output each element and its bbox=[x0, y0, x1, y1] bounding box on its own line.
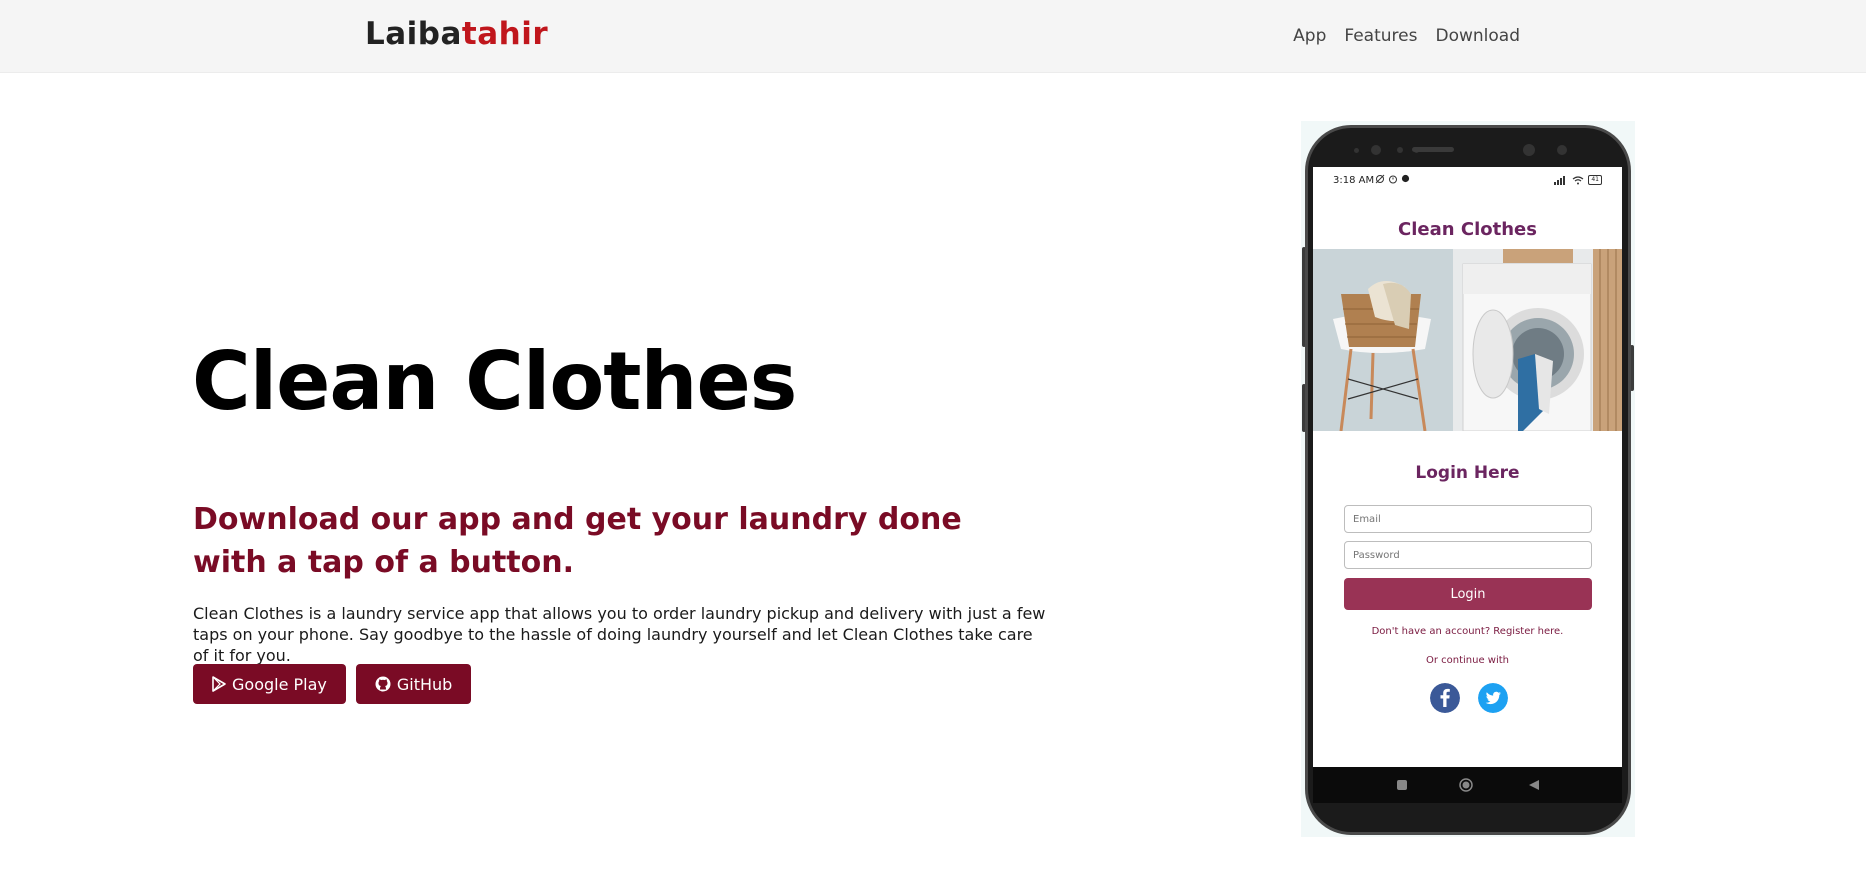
phone-speaker bbox=[1412, 147, 1454, 152]
phone-camera-icon bbox=[1371, 145, 1381, 155]
hero-title: Clean Clothes bbox=[192, 335, 797, 428]
home-icon[interactable] bbox=[1459, 778, 1473, 792]
google-play-label: Google Play bbox=[232, 674, 327, 694]
nav-link-features[interactable]: Features bbox=[1344, 26, 1417, 46]
google-play-button[interactable]: Google Play bbox=[193, 664, 346, 704]
social-login-buttons bbox=[1430, 683, 1508, 713]
mute-icon bbox=[1375, 174, 1385, 184]
email-field[interactable] bbox=[1344, 505, 1592, 533]
battery-indicator: 41 bbox=[1588, 175, 1602, 185]
status-system-icons: 41 bbox=[1554, 175, 1602, 185]
laundry-room-image bbox=[1313, 249, 1622, 431]
login-title: Login Here bbox=[1415, 463, 1520, 483]
password-field[interactable] bbox=[1344, 541, 1592, 569]
phone-sensor-icon bbox=[1354, 148, 1359, 153]
back-icon[interactable] bbox=[1528, 779, 1540, 791]
github-button[interactable]: GitHub bbox=[355, 664, 472, 704]
github-label: GitHub bbox=[396, 674, 453, 694]
continue-with-text: Or continue with bbox=[1425, 655, 1510, 666]
app-title: Clean Clothes bbox=[1398, 219, 1537, 240]
navbar: Laibatahir App Features Download bbox=[0, 0, 1866, 73]
nav-links: App Features Download bbox=[1293, 26, 1520, 46]
brand-logo[interactable]: Laibatahir bbox=[365, 16, 548, 52]
phone-status-bar: 3:18 AM 41 bbox=[1313, 167, 1622, 195]
hero-description: Clean Clothes is a laundry service app t… bbox=[193, 604, 1046, 665]
phone-camera-icon bbox=[1557, 145, 1567, 155]
dot-icon bbox=[1401, 174, 1410, 183]
alarm-icon bbox=[1389, 175, 1397, 184]
nav-link-download[interactable]: Download bbox=[1435, 26, 1520, 46]
wifi-icon bbox=[1572, 175, 1584, 184]
twitter-icon[interactable] bbox=[1478, 683, 1508, 713]
phone-camera-icon bbox=[1523, 144, 1535, 156]
facebook-icon[interactable] bbox=[1430, 683, 1460, 713]
status-time: 3:18 AM bbox=[1333, 175, 1375, 186]
github-icon bbox=[375, 676, 391, 692]
phone-screen: 3:18 AM 41 Clean Clothes Login Here Emai… bbox=[1313, 167, 1622, 767]
signal-icon bbox=[1554, 175, 1566, 185]
phone-sensor-icon bbox=[1397, 147, 1403, 153]
phone-navigation-bar bbox=[1313, 767, 1622, 803]
recent-apps-icon[interactable] bbox=[1396, 779, 1408, 791]
google-play-icon bbox=[212, 676, 226, 692]
nav-link-app[interactable]: App bbox=[1293, 26, 1326, 46]
hero-subtitle: Download our app and get your laundry do… bbox=[193, 502, 962, 580]
brand-part-1: Laiba bbox=[365, 16, 462, 52]
login-button[interactable]: Login bbox=[1344, 578, 1592, 610]
download-buttons: Google Play GitHub bbox=[193, 664, 472, 704]
brand-part-2: tahir bbox=[461, 16, 549, 52]
register-link[interactable]: Don't have an account? Register here. bbox=[1313, 626, 1622, 637]
status-notification-icons bbox=[1375, 174, 1410, 184]
